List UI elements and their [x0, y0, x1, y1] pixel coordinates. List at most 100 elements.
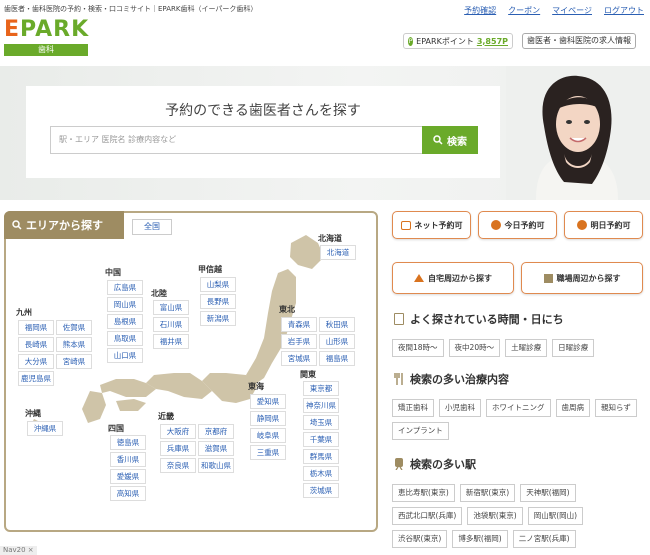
treatment-chip[interactable]: 歯周病 [555, 399, 590, 417]
work-area-button[interactable]: 職場周辺から探す [521, 262, 643, 294]
pref-link[interactable]: 高知県 [110, 486, 146, 501]
pref-link[interactable]: 三重県 [250, 445, 286, 460]
pref-link[interactable]: 北海道 [320, 245, 356, 260]
station-chip[interactable]: 岡山駅(岡山) [527, 507, 584, 525]
home-area-button[interactable]: 自宅周辺から探す [392, 262, 514, 294]
epark-points[interactable]: P EPARKポイント 3,857P [403, 33, 513, 49]
pref-zenkoku[interactable]: 全国 [132, 219, 172, 235]
area-tab[interactable]: エリアから探す [4, 211, 124, 239]
treatment-chip[interactable]: ホワイトニング [486, 399, 551, 417]
search-input[interactable]: 駅・エリア 医院名 診療内容など [50, 126, 422, 154]
station-chip[interactable]: 新宿駅(東京) [459, 484, 516, 502]
station-chip[interactable]: 恵比寿駅(東京) [392, 484, 455, 502]
link-mypage[interactable]: マイページ [552, 5, 592, 16]
station-chip[interactable]: 渋谷駅(東京) [392, 530, 448, 548]
pref-link[interactable]: 兵庫県 [160, 441, 196, 456]
tomorrow-reserve-button[interactable]: 明日予約可 [564, 211, 643, 239]
time-chip[interactable]: 日曜診療 [552, 339, 595, 357]
pref-link[interactable]: 愛知県 [250, 394, 286, 409]
region-okinawa: 沖縄 [25, 409, 41, 418]
top-links: 予約確認 クーポン マイページ ログアウト [464, 5, 644, 16]
station-section-title: 検索の多い駅 [394, 456, 476, 472]
time-chip[interactable]: 土曜診療 [505, 339, 548, 357]
pref-link[interactable]: 長野県 [200, 294, 236, 309]
time-chip[interactable]: 夜間18時〜 [392, 339, 444, 357]
search-button-label: 検索 [447, 136, 467, 148]
pref-link[interactable]: 和歌山県 [198, 458, 234, 473]
clipboard-icon [394, 313, 404, 325]
pref-link[interactable]: 宮城県 [281, 351, 317, 366]
pref-group-tohoku: 青森県 秋田県 岩手県 山形県 宮城県 福島県 [281, 317, 355, 366]
treatment-chip[interactable]: 矯正歯科 [392, 399, 434, 417]
calendar-icon [400, 220, 411, 230]
treatment-chip[interactable]: 小児歯科 [439, 399, 481, 417]
pref-link[interactable]: 静岡県 [250, 411, 286, 426]
pref-link[interactable]: 山口県 [107, 348, 143, 363]
pref-link[interactable]: 広島県 [107, 280, 143, 295]
region-shikoku: 四国 [108, 424, 124, 433]
pref-link[interactable]: 神奈川県 [303, 398, 339, 413]
pref-link[interactable]: 岩手県 [281, 334, 317, 349]
pref-link[interactable]: 香川県 [110, 452, 146, 467]
region-hokkaido: 北海道 [318, 234, 342, 243]
link-logout[interactable]: ログアウト [604, 5, 644, 16]
pref-link[interactable]: 佐賀県 [56, 320, 92, 335]
pref-link[interactable]: 群馬県 [303, 449, 339, 464]
search-button[interactable]: 検索 [422, 126, 478, 154]
pref-link[interactable]: 長崎県 [18, 337, 54, 352]
recruit-button[interactable]: 歯医者・歯科医院の求人情報 [522, 33, 636, 49]
pref-link[interactable]: 東京都 [303, 381, 339, 396]
pref-link[interactable]: 山梨県 [200, 277, 236, 292]
pref-link[interactable]: 京都府 [198, 424, 234, 439]
station-chip[interactable]: 二ノ宮駅(兵庫) [512, 530, 576, 548]
nav-tag[interactable]: Nav20 × [0, 546, 37, 555]
pref-link[interactable]: 徳島県 [110, 435, 146, 450]
treatment-section-title-text: 検索の多い治療内容 [410, 373, 509, 386]
pref-link[interactable]: 島根県 [107, 314, 143, 329]
treatment-chip[interactable]: インプラント [392, 422, 449, 440]
pref-link[interactable]: 千葉県 [303, 432, 339, 447]
time-section-title: よく探されている時間・日にち [394, 311, 564, 327]
pref-link[interactable]: 大分県 [18, 354, 54, 369]
treatment-chip[interactable]: 親知らず [595, 399, 637, 417]
pref-link[interactable]: 愛媛県 [110, 469, 146, 484]
pref-link[interactable]: 熊本県 [56, 337, 92, 352]
pref-link[interactable]: 福岡県 [18, 320, 54, 335]
station-chip[interactable]: 博多駅(福岡) [452, 530, 508, 548]
pref-link[interactable]: 奈良県 [160, 458, 196, 473]
points-value[interactable]: 3,857P [477, 37, 508, 46]
pref-group-kanto: 東京都 神奈川県 埼玉県 千葉県 群馬県 栃木県 茨城県 [303, 381, 339, 498]
pref-link[interactable]: 栃木県 [303, 466, 339, 481]
station-chip[interactable]: 天神駅(福岡) [520, 484, 576, 502]
pref-link[interactable]: 滋賀県 [198, 441, 234, 456]
pref-link[interactable]: 福島県 [319, 351, 355, 366]
today-reserve-button[interactable]: 今日予約可 [478, 211, 557, 239]
epark-logo[interactable]: EPARK 歯科 [4, 18, 88, 56]
pref-link[interactable]: 岐阜県 [250, 428, 286, 443]
pref-link[interactable]: 山形県 [319, 334, 355, 349]
pref-link[interactable]: 埼玉県 [303, 415, 339, 430]
station-section-title-text: 検索の多い駅 [410, 458, 476, 471]
station-chip[interactable]: 西武北口駅(兵庫) [392, 507, 463, 525]
pref-link[interactable]: 鹿児島県 [18, 371, 54, 386]
pref-link[interactable]: 岡山県 [107, 297, 143, 312]
pref-link[interactable]: 富山県 [153, 300, 189, 315]
pref-link[interactable]: 青森県 [281, 317, 317, 332]
net-reserve-button[interactable]: ネット予約可 [392, 211, 471, 239]
pref-link[interactable]: 石川県 [153, 317, 189, 332]
pref-link[interactable]: 福井県 [153, 334, 189, 349]
link-reservation-check[interactable]: 予約確認 [464, 5, 496, 16]
pref-link[interactable]: 秋田県 [319, 317, 355, 332]
station-chip[interactable]: 池袋駅(東京) [467, 507, 523, 525]
pref-link[interactable]: 宮崎県 [56, 354, 92, 369]
link-coupon[interactable]: クーポン [508, 5, 540, 16]
region-tohoku: 東北 [279, 305, 295, 314]
time-chip[interactable]: 夜中20時〜 [448, 339, 501, 357]
net-reserve-label: ネット予約可 [414, 220, 463, 230]
region-koshinetsu: 甲信越 [198, 265, 222, 274]
pref-link[interactable]: 鳥取県 [107, 331, 143, 346]
pref-link[interactable]: 茨城県 [303, 483, 339, 498]
pref-link[interactable]: 大阪府 [160, 424, 196, 439]
pref-link[interactable]: 新潟県 [200, 311, 236, 326]
pref-link[interactable]: 沖縄県 [27, 421, 63, 436]
